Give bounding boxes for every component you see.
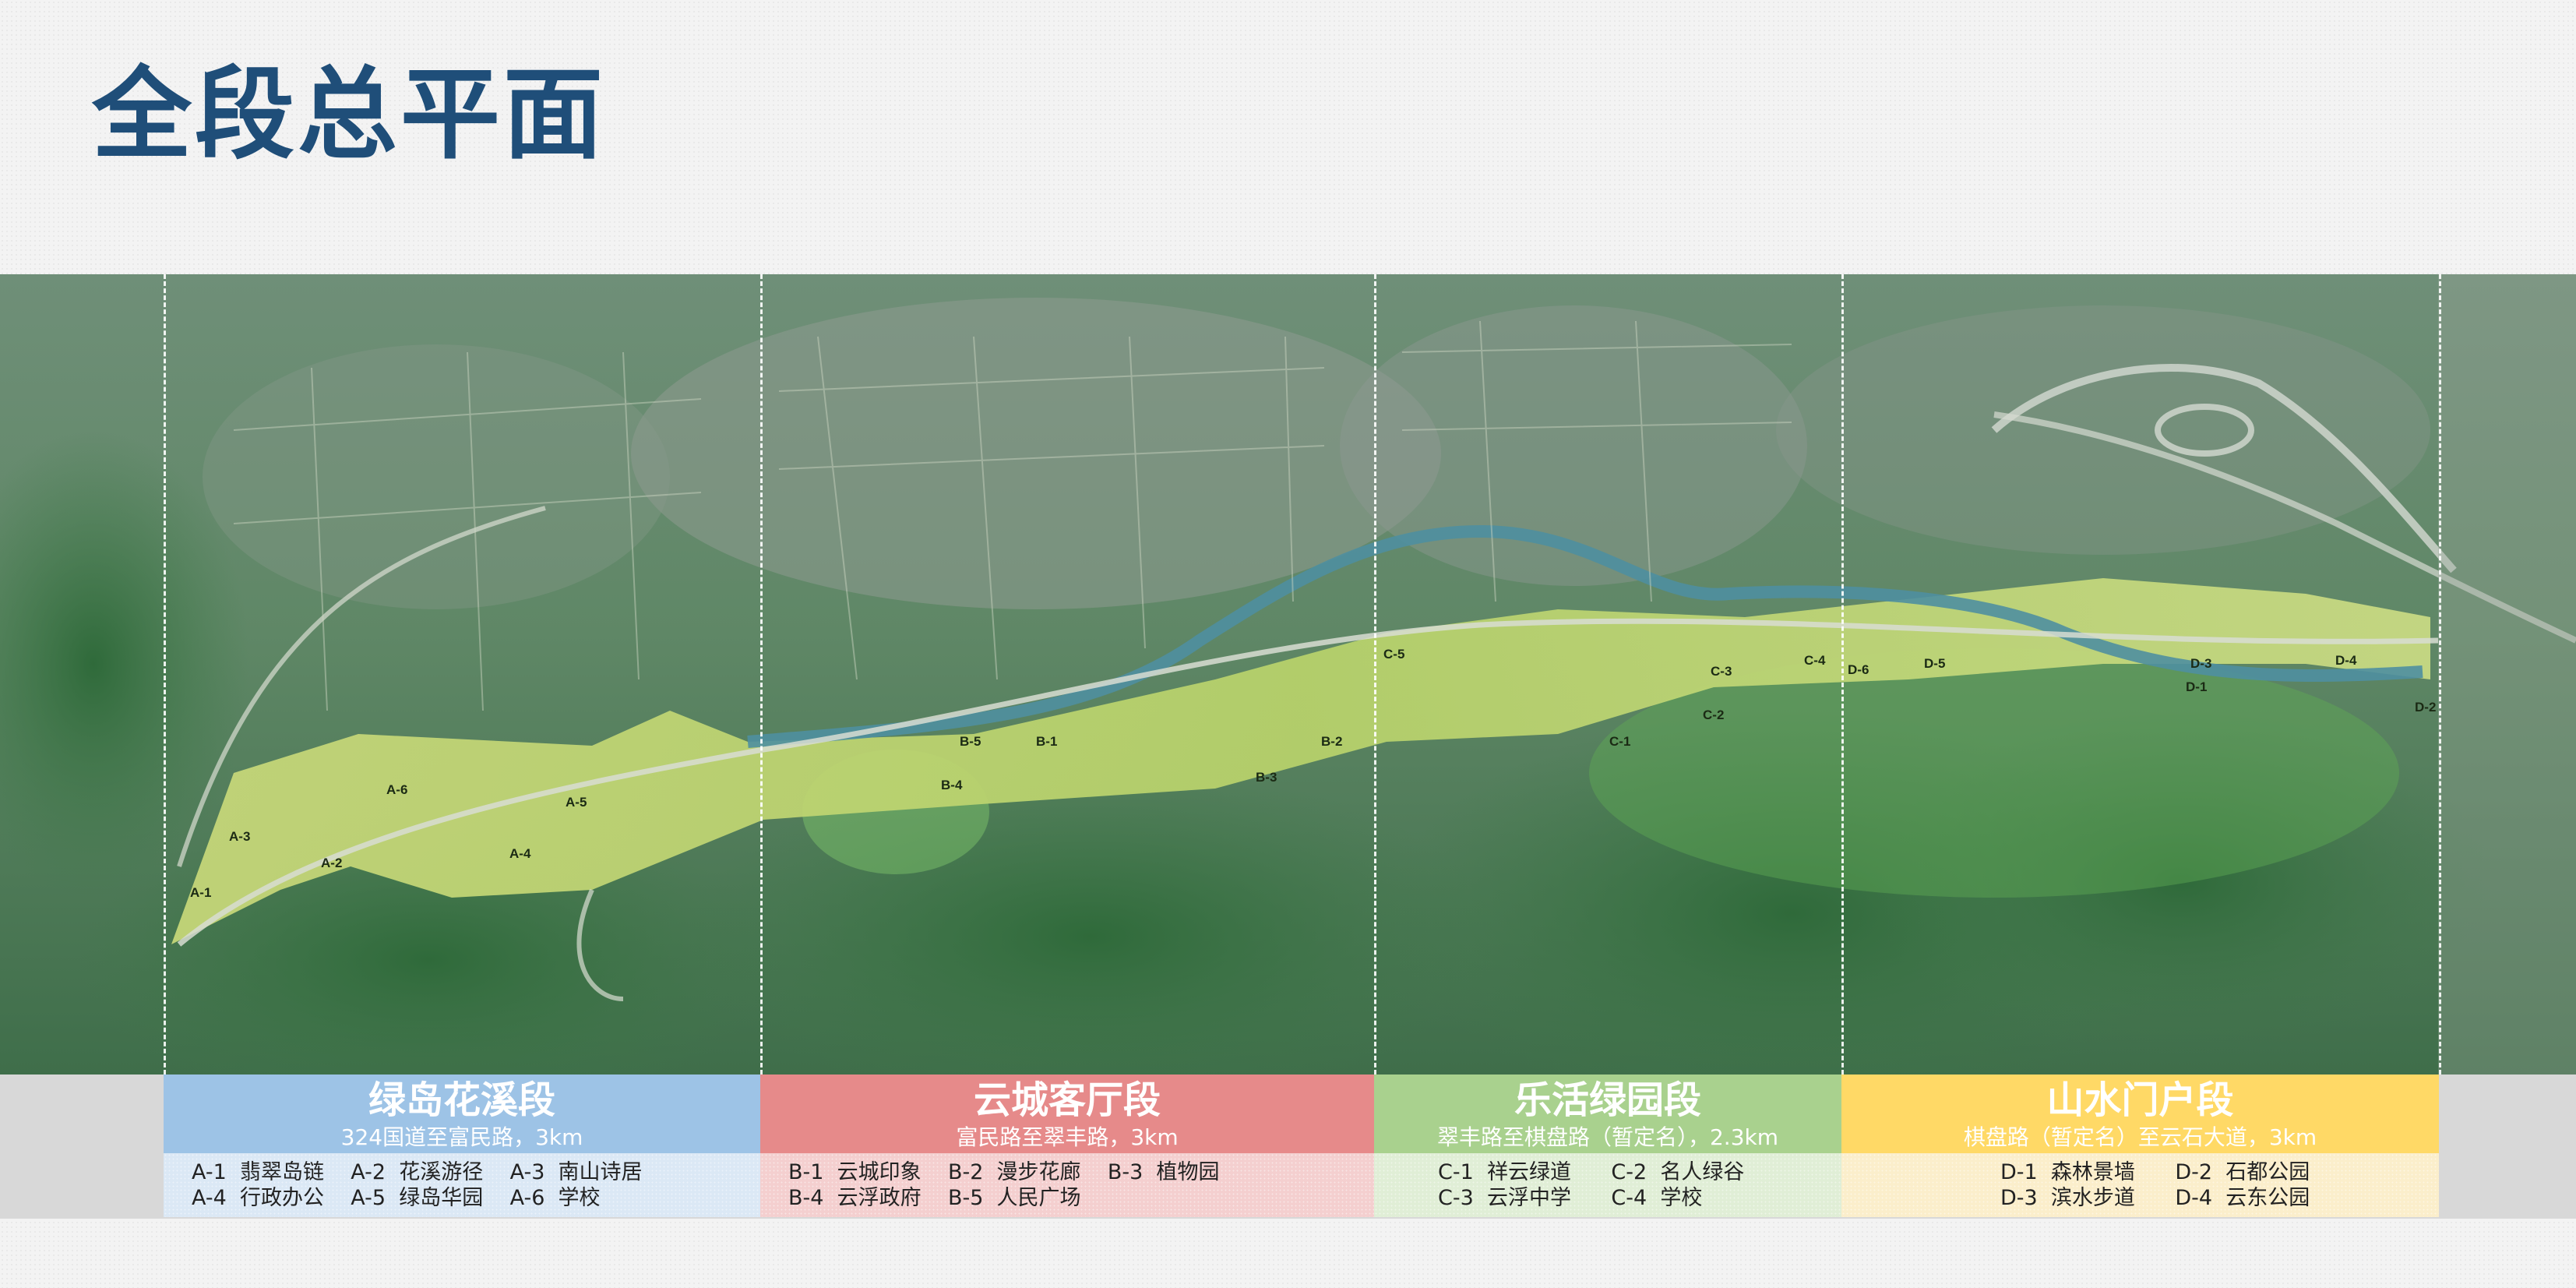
segment-d-header: 山水门户段 棋盘路（暂定名）至云石大道，3km <box>1841 1075 2439 1153</box>
segment-b-items: B-1 云城印象 B-2 漫步花廊 B-3 植物园 B-4 云浮政府 B-5 人… <box>760 1153 1374 1217</box>
segment-b-items-row2: B-4 云浮政府 B-5 人民广场 <box>788 1186 1081 1210</box>
segment-divider <box>2439 274 2441 1075</box>
segment-b-route: 富民路至翠丰路，3km <box>956 1124 1179 1150</box>
segment-a-name: 绿岛花溪段 <box>368 1078 555 1122</box>
map-label-a2: A-2 <box>321 856 343 870</box>
map-label-d1: D-1 <box>2186 679 2208 694</box>
map-label-c3: C-3 <box>1711 664 1732 679</box>
segment-c-items: C-1 祥云绿道 C-2 名人绿谷 C-3 云浮中学 C-4 学校 <box>1374 1153 1841 1217</box>
map-label-d6: D-6 <box>1848 662 1869 677</box>
segment-a-header: 绿岛花溪段 324国道至富民路，3km <box>164 1075 760 1153</box>
master-plan-aerial-map <box>0 274 2576 1075</box>
segment-divider <box>1374 274 1376 1075</box>
map-label-a3: A-3 <box>229 829 251 844</box>
segment-c-name: 乐活绿园段 <box>1514 1078 1701 1122</box>
map-label-b1: B-1 <box>1036 734 1058 749</box>
segment-d-route: 棋盘路（暂定名）至云石大道，3km <box>1963 1124 2317 1150</box>
segment-a-items-row2: A-4 行政办公 A-5 绿岛华园 A-6 学校 <box>192 1186 601 1210</box>
segment-d-items-row1: D-1 森林景墙 D-2 石都公园 <box>2000 1160 2310 1184</box>
segment-divider <box>164 274 166 1075</box>
segment-c-items-row1: C-1 祥云绿道 C-2 名人绿谷 <box>1438 1160 1745 1184</box>
segment-b-name: 云城客厅段 <box>973 1078 1161 1122</box>
segment-a-items-row1: A-1 翡翠岛链 A-2 花溪游径 A-3 南山诗居 <box>192 1160 643 1184</box>
map-label-b4: B-4 <box>941 778 963 792</box>
segment-d-name: 山水门户段 <box>2046 1078 2234 1122</box>
segment-divider <box>1841 274 1844 1075</box>
map-label-b5: B-5 <box>960 734 981 749</box>
map-label-a1: A-1 <box>190 885 212 900</box>
map-label-c5: C-5 <box>1383 647 1405 662</box>
map-label-d2: D-2 <box>2415 700 2437 715</box>
map-label-a4: A-4 <box>509 846 531 861</box>
segment-a-route: 324国道至富民路，3km <box>340 1124 583 1150</box>
segment-divider <box>760 274 763 1075</box>
map-label-b3: B-3 <box>1256 770 1277 785</box>
map-label-c2: C-2 <box>1703 708 1725 722</box>
map-label-d4: D-4 <box>2335 653 2357 668</box>
segment-d-items-row2: D-3 滨水步道 D-4 云东公园 <box>2000 1186 2310 1210</box>
map-label-b2: B-2 <box>1321 734 1343 749</box>
map-label-c4: C-4 <box>1804 653 1826 668</box>
map-label-c1: C-1 <box>1609 734 1631 749</box>
segment-c-items-row2: C-3 云浮中学 C-4 学校 <box>1438 1186 1703 1210</box>
segment-d-items: D-1 森林景墙 D-2 石都公园 D-3 滨水步道 D-4 云东公园 <box>1841 1153 2439 1217</box>
segment-c-header: 乐活绿园段 翠丰路至棋盘路（暂定名），2.3km <box>1374 1075 1841 1153</box>
map-label-a6: A-6 <box>386 782 408 797</box>
map-label-a5: A-5 <box>566 795 587 810</box>
page-title: 全段总平面 <box>92 57 607 173</box>
segment-c-route: 翠丰路至棋盘路（暂定名），2.3km <box>1436 1124 1779 1150</box>
segment-b-header: 云城客厅段 富民路至翠丰路，3km <box>760 1075 1374 1153</box>
segment-b-items-row1: B-1 云城印象 B-2 漫步花廊 B-3 植物园 <box>788 1160 1220 1184</box>
segment-a-items: A-1 翡翠岛链 A-2 花溪游径 A-3 南山诗居 A-4 行政办公 A-5 … <box>164 1153 760 1217</box>
map-label-d3: D-3 <box>2190 656 2212 671</box>
map-label-d5: D-5 <box>1924 656 1946 671</box>
